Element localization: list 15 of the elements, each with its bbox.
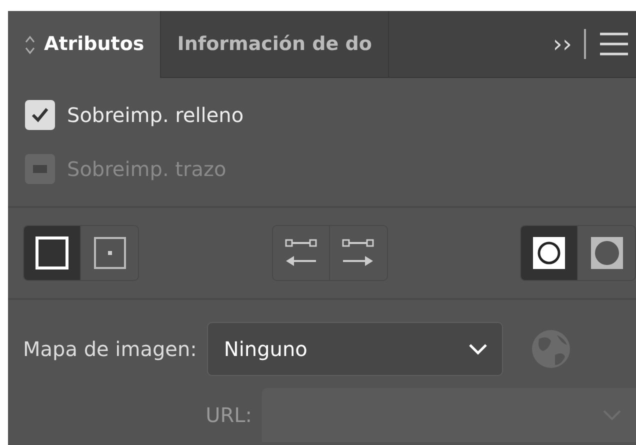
overflow-button[interactable]: ›› — [552, 26, 572, 62]
field-label: URL: — [204, 402, 252, 429]
field-label: Mapa de imagen: — [23, 336, 197, 363]
panel-tab[interactable]: Información de do — [161, 11, 389, 78]
ring-icon — [530, 234, 568, 272]
sort-arrows-icon — [24, 34, 36, 56]
panel-tab[interactable]: Atributos — [8, 11, 162, 78]
chevron-down-icon — [468, 343, 488, 355]
menu-icon[interactable] — [598, 31, 630, 57]
checkbox-label: Sobreimp. relleno — [67, 102, 244, 129]
checkbox[interactable] — [25, 100, 55, 130]
toggle-button[interactable] — [24, 226, 81, 280]
toggle-button[interactable] — [521, 226, 578, 280]
square-outline-icon — [33, 234, 71, 272]
image-map-dropdown[interactable]: Ninguno — [206, 322, 503, 376]
